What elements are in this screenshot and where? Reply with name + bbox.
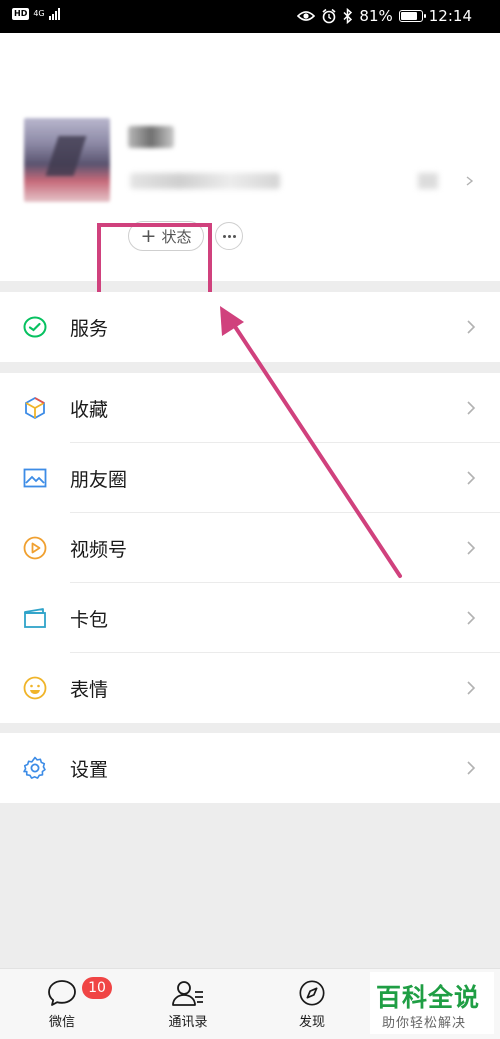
more-status-button[interactable] <box>215 222 243 250</box>
clock: 12:14 <box>428 7 472 25</box>
menu-label-channels: 视频号 <box>70 538 128 561</box>
menu-label-favorites: 收藏 <box>70 398 109 421</box>
service-icon <box>23 316 47 338</box>
contacts-icon <box>172 981 203 1006</box>
chevron-right-icon <box>467 761 476 775</box>
tab-label-chats: 微信 <box>48 1015 75 1030</box>
status-right: 81% 12:14 <box>297 7 472 25</box>
tab-discover[interactable]: 发现 <box>262 969 362 1039</box>
eye-icon <box>297 11 316 21</box>
alarm-icon <box>322 8 336 24</box>
menu-group-service: 服务 <box>0 292 500 362</box>
network-type: 4G <box>33 9 45 18</box>
hd-icon: HD <box>12 8 30 20</box>
chevron-right-icon <box>466 176 474 186</box>
watermark-title: 百科全说 <box>376 983 481 1012</box>
menu-label-cards: 卡包 <box>70 608 109 631</box>
signal-icon <box>48 8 60 20</box>
chevron-right-icon <box>467 541 476 555</box>
menu-item-cards[interactable]: 卡包 <box>0 583 500 653</box>
menu-item-stickers[interactable]: 表情 <box>0 653 500 723</box>
menu-label-settings: 设置 <box>70 758 109 781</box>
more-dots-icon <box>222 234 226 238</box>
battery-percent: 81% <box>359 7 393 25</box>
bluetooth-icon <box>343 8 353 24</box>
menu-label-service: 服务 <box>70 317 109 340</box>
menu-item-settings[interactable]: 设置 <box>0 733 500 803</box>
menu-item-favorites[interactable]: 收藏 <box>0 373 500 443</box>
status-bar: HD 4G 81% 12:14 <box>0 0 500 33</box>
chevron-right-icon <box>467 611 476 625</box>
favorites-cube-icon <box>25 396 45 420</box>
status-left: HD 4G <box>12 8 60 20</box>
chevron-right-icon <box>467 320 476 334</box>
unread-badge: 10 <box>82 977 112 999</box>
menu-item-moments[interactable]: 朋友圈 <box>0 443 500 513</box>
tab-label-discover: 发现 <box>298 1015 325 1030</box>
moments-image-icon <box>23 468 47 488</box>
wechat-id-blurred <box>130 173 280 189</box>
chat-bubble-icon <box>48 980 76 1006</box>
menu-label-stickers: 表情 <box>70 678 109 701</box>
menu-label-moments: 朋友圈 <box>70 468 128 491</box>
chevron-right-icon <box>467 401 476 415</box>
compass-icon <box>299 980 325 1006</box>
battery-icon <box>398 10 426 22</box>
chevron-right-icon <box>467 471 476 485</box>
card-wallet-icon <box>24 608 46 628</box>
watermark-logo: 百科全说 助你轻松解决 <box>370 972 494 1034</box>
profile-header[interactable]: + 状态 <box>0 33 500 319</box>
channels-play-icon <box>23 536 47 560</box>
menu-group-main: 收藏 朋友圈 视频号 卡包 表情 <box>0 373 500 723</box>
chevron-right-icon <box>467 681 476 695</box>
gear-icon <box>23 756 46 779</box>
tab-contacts[interactable]: 通讯录 <box>138 969 238 1039</box>
smiley-icon <box>23 676 47 700</box>
qr-code-icon[interactable] <box>418 173 438 189</box>
menu-group-settings: 设置 <box>0 733 500 803</box>
tab-chats[interactable]: 10 微信 <box>12 969 112 1039</box>
avatar[interactable] <box>24 118 110 202</box>
menu-item-service[interactable]: 服务 <box>0 292 500 362</box>
tab-label-contacts: 通讯录 <box>168 1015 208 1030</box>
menu-item-channels[interactable]: 视频号 <box>0 513 500 583</box>
nickname-blurred <box>128 126 174 148</box>
battery-fill <box>400 12 417 20</box>
watermark-subtitle: 助你轻松解决 <box>382 1016 467 1031</box>
